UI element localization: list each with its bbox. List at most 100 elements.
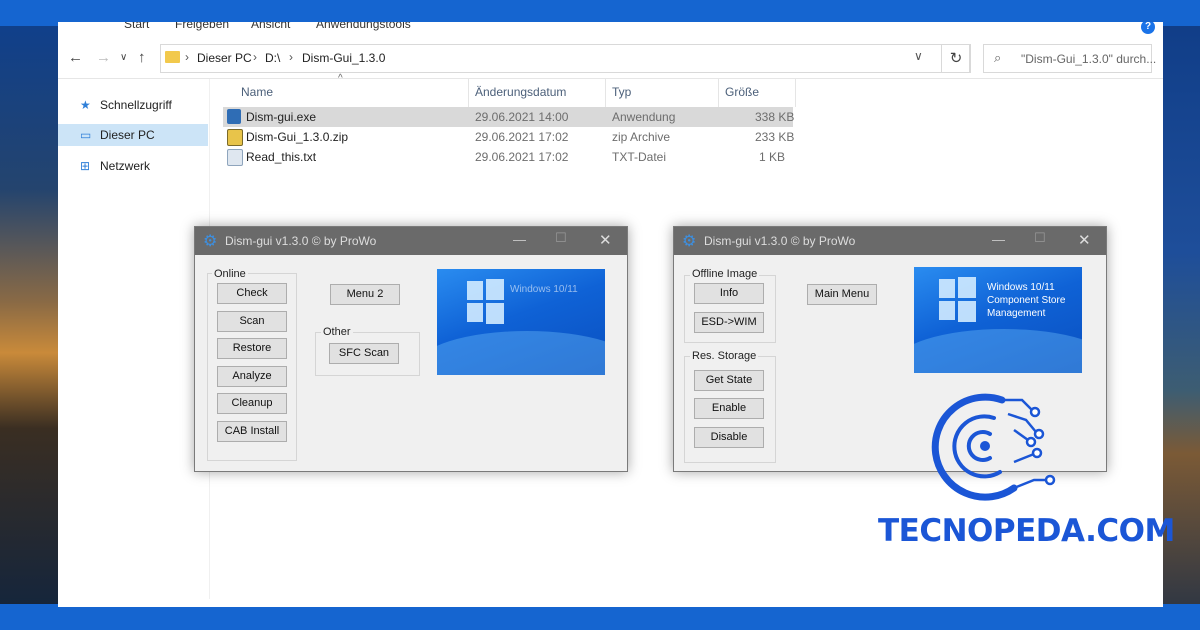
tab-freigeben[interactable]: Freigeben bbox=[175, 22, 229, 31]
sort-up-icon: ^ bbox=[338, 73, 343, 84]
windows-logo-icon bbox=[939, 279, 955, 298]
cleanup-button[interactable]: Cleanup bbox=[217, 393, 287, 414]
windows-logo-pane bbox=[958, 277, 976, 298]
window-titlebar[interactable]: ⚙ Dism-gui v1.3.0 © by ProWo — ☐ ✕ bbox=[674, 227, 1106, 255]
table-row[interactable]: Read_this.txt 29.06.2021 17:02 TXT-Datei… bbox=[223, 147, 793, 167]
restore-button[interactable]: Restore bbox=[217, 338, 287, 359]
recent-dropdown-icon[interactable]: ∨ bbox=[120, 50, 127, 66]
online-group-label: Online bbox=[212, 268, 248, 280]
gear-icon: ⚙ bbox=[203, 233, 218, 250]
file-size: 233 KB bbox=[755, 130, 795, 144]
esd-to-wim-button[interactable]: ESD->WIM bbox=[694, 312, 764, 333]
window-title: Dism-gui v1.3.0 © by ProWo bbox=[704, 234, 856, 248]
close-icon[interactable]: ✕ bbox=[1078, 231, 1091, 249]
sidebar-item-label: Schnellzugriff bbox=[100, 98, 172, 112]
maximize-icon[interactable]: ☐ bbox=[1034, 230, 1046, 246]
analyze-button[interactable]: Analyze bbox=[217, 366, 287, 387]
tab-ansicht[interactable]: Ansicht bbox=[251, 22, 290, 31]
file-type: TXT-Datei bbox=[612, 150, 667, 164]
banner-wave bbox=[914, 329, 1082, 373]
network-icon: ⊞ bbox=[80, 159, 91, 173]
banner-wave bbox=[437, 331, 605, 375]
minimize-icon[interactable]: — bbox=[992, 232, 1005, 247]
windows-logo-pane bbox=[486, 279, 504, 300]
search-input[interactable]: ⌕ "Dism-Gui_1.3.0" durch... bbox=[983, 44, 1156, 73]
get-state-button[interactable]: Get State bbox=[694, 370, 764, 391]
sidebar-item-netzwerk[interactable]: ⊞ Netzwerk bbox=[58, 155, 208, 177]
sidebar-item-schnellzugriff[interactable]: ★ Schnellzugriff bbox=[58, 94, 208, 116]
offline-image-group-label: Offline Image bbox=[690, 268, 760, 280]
tab-anwendungstools[interactable]: Anwendungstools bbox=[316, 22, 411, 31]
windows-banner: Windows 10/11 Component Store Management bbox=[914, 267, 1082, 373]
file-type: zip Archive bbox=[612, 130, 671, 144]
windows-logo-pane bbox=[467, 303, 483, 322]
banner-text: Windows 10/11 Component Store Management bbox=[987, 282, 1066, 319]
file-type: Anwendung bbox=[612, 110, 676, 124]
navigation-pane: ★ Schnellzugriff ▭ Dieser PC ⊞ Netzwerk bbox=[58, 79, 208, 599]
file-size: 1 KB bbox=[759, 150, 786, 164]
file-name: Dism-gui.exe bbox=[246, 110, 317, 124]
file-name: Read_this.txt bbox=[246, 150, 317, 164]
window-title: Dism-gui v1.3.0 © by ProWo bbox=[225, 234, 377, 248]
file-date: 29.06.2021 14:00 bbox=[475, 110, 569, 124]
column-header-size[interactable]: Größe bbox=[725, 85, 759, 99]
main-menu-button[interactable]: Main Menu bbox=[807, 284, 877, 305]
other-group-label: Other bbox=[321, 326, 353, 338]
chevron-right-icon: › bbox=[253, 50, 257, 64]
tab-start[interactable]: Start bbox=[124, 22, 149, 31]
chevron-right-icon: › bbox=[289, 50, 293, 64]
column-divider[interactable] bbox=[605, 79, 606, 107]
close-icon[interactable]: ✕ bbox=[599, 231, 612, 249]
application-gear-icon bbox=[227, 109, 241, 124]
search-placeholder: "Dism-Gui_1.3.0" durch... bbox=[1021, 52, 1157, 66]
refresh-button[interactable]: ↻ bbox=[941, 44, 971, 73]
sfc-scan-button[interactable]: SFC Scan bbox=[329, 343, 399, 364]
forward-arrow-icon[interactable]: → bbox=[96, 50, 111, 66]
table-row[interactable]: Dism-gui.exe 29.06.2021 14:00 Anwendung … bbox=[223, 107, 794, 127]
info-button[interactable]: Info bbox=[694, 283, 764, 304]
file-date: 29.06.2021 17:02 bbox=[475, 150, 569, 164]
chevron-right-icon: › bbox=[185, 50, 189, 64]
menu2-button[interactable]: Menu 2 bbox=[330, 284, 400, 305]
chevron-down-icon[interactable]: ∨ bbox=[914, 49, 923, 63]
column-header-name[interactable]: Name bbox=[241, 85, 273, 99]
maximize-icon[interactable]: ☐ bbox=[555, 230, 567, 246]
ribbon-tabs: Start Freigeben Ansicht Anwendungstools … bbox=[58, 22, 1163, 36]
enable-button[interactable]: Enable bbox=[694, 398, 764, 419]
column-divider[interactable] bbox=[468, 79, 469, 107]
background-bottom-band bbox=[0, 604, 1200, 630]
windows-logo-pane bbox=[939, 301, 955, 320]
breadcrumb-drive-d[interactable]: D:\ bbox=[265, 51, 280, 65]
sidebar-item-label: Dieser PC bbox=[100, 128, 155, 142]
disable-button[interactable]: Disable bbox=[694, 427, 764, 448]
address-bar[interactable]: › Dieser PC › D:\ › Dism-Gui_1.3.0 ∨ bbox=[160, 44, 970, 73]
back-arrow-icon[interactable]: ← bbox=[68, 50, 83, 66]
column-header-type[interactable]: Typ bbox=[612, 85, 631, 99]
column-divider[interactable] bbox=[795, 79, 796, 107]
file-list: ^ Name Änderungsdatum Typ Größe Dism-gui… bbox=[223, 73, 803, 209]
table-row[interactable]: Dism-Gui_1.3.0.zip 29.06.2021 17:02 zip … bbox=[223, 127, 795, 147]
cab-install-button[interactable]: CAB Install bbox=[217, 421, 287, 442]
tecnopeda-logo-icon bbox=[931, 393, 1056, 501]
sidebar-item-label: Netzwerk bbox=[100, 159, 151, 173]
breadcrumb-dism-folder[interactable]: Dism-Gui_1.3.0 bbox=[302, 51, 385, 65]
column-header-date[interactable]: Änderungsdatum bbox=[475, 85, 566, 99]
question-icon[interactable]: ? bbox=[1141, 22, 1155, 34]
scan-button[interactable]: Scan bbox=[217, 311, 287, 332]
address-row: ← → ∨ ↑ › Dieser PC › D:\ › Dism-Gui_1.3… bbox=[58, 40, 1163, 79]
file-name: Dism-Gui_1.3.0.zip bbox=[246, 130, 349, 144]
windows-logo-pane bbox=[958, 301, 976, 322]
windows-banner: Windows 10/11 bbox=[437, 269, 605, 375]
column-divider[interactable] bbox=[718, 79, 719, 107]
minimize-icon[interactable]: — bbox=[513, 232, 526, 247]
breadcrumb-dieser-pc[interactable]: Dieser PC bbox=[197, 51, 252, 65]
window-titlebar[interactable]: ⚙ Dism-gui v1.3.0 © by ProWo — ☐ ✕ bbox=[195, 227, 627, 255]
folder-icon bbox=[165, 51, 180, 63]
windows-logo-icon bbox=[467, 281, 483, 300]
sidebar-item-dieser-pc[interactable]: ▭ Dieser PC bbox=[58, 124, 208, 146]
windows-logo-pane bbox=[486, 303, 504, 324]
up-arrow-icon[interactable]: ↑ bbox=[138, 50, 146, 66]
search-icon: ⌕ bbox=[994, 50, 1002, 65]
dism-gui-window-main: ⚙ Dism-gui v1.3.0 © by ProWo — ☐ ✕ Onlin… bbox=[194, 226, 628, 472]
check-button[interactable]: Check bbox=[217, 283, 287, 304]
